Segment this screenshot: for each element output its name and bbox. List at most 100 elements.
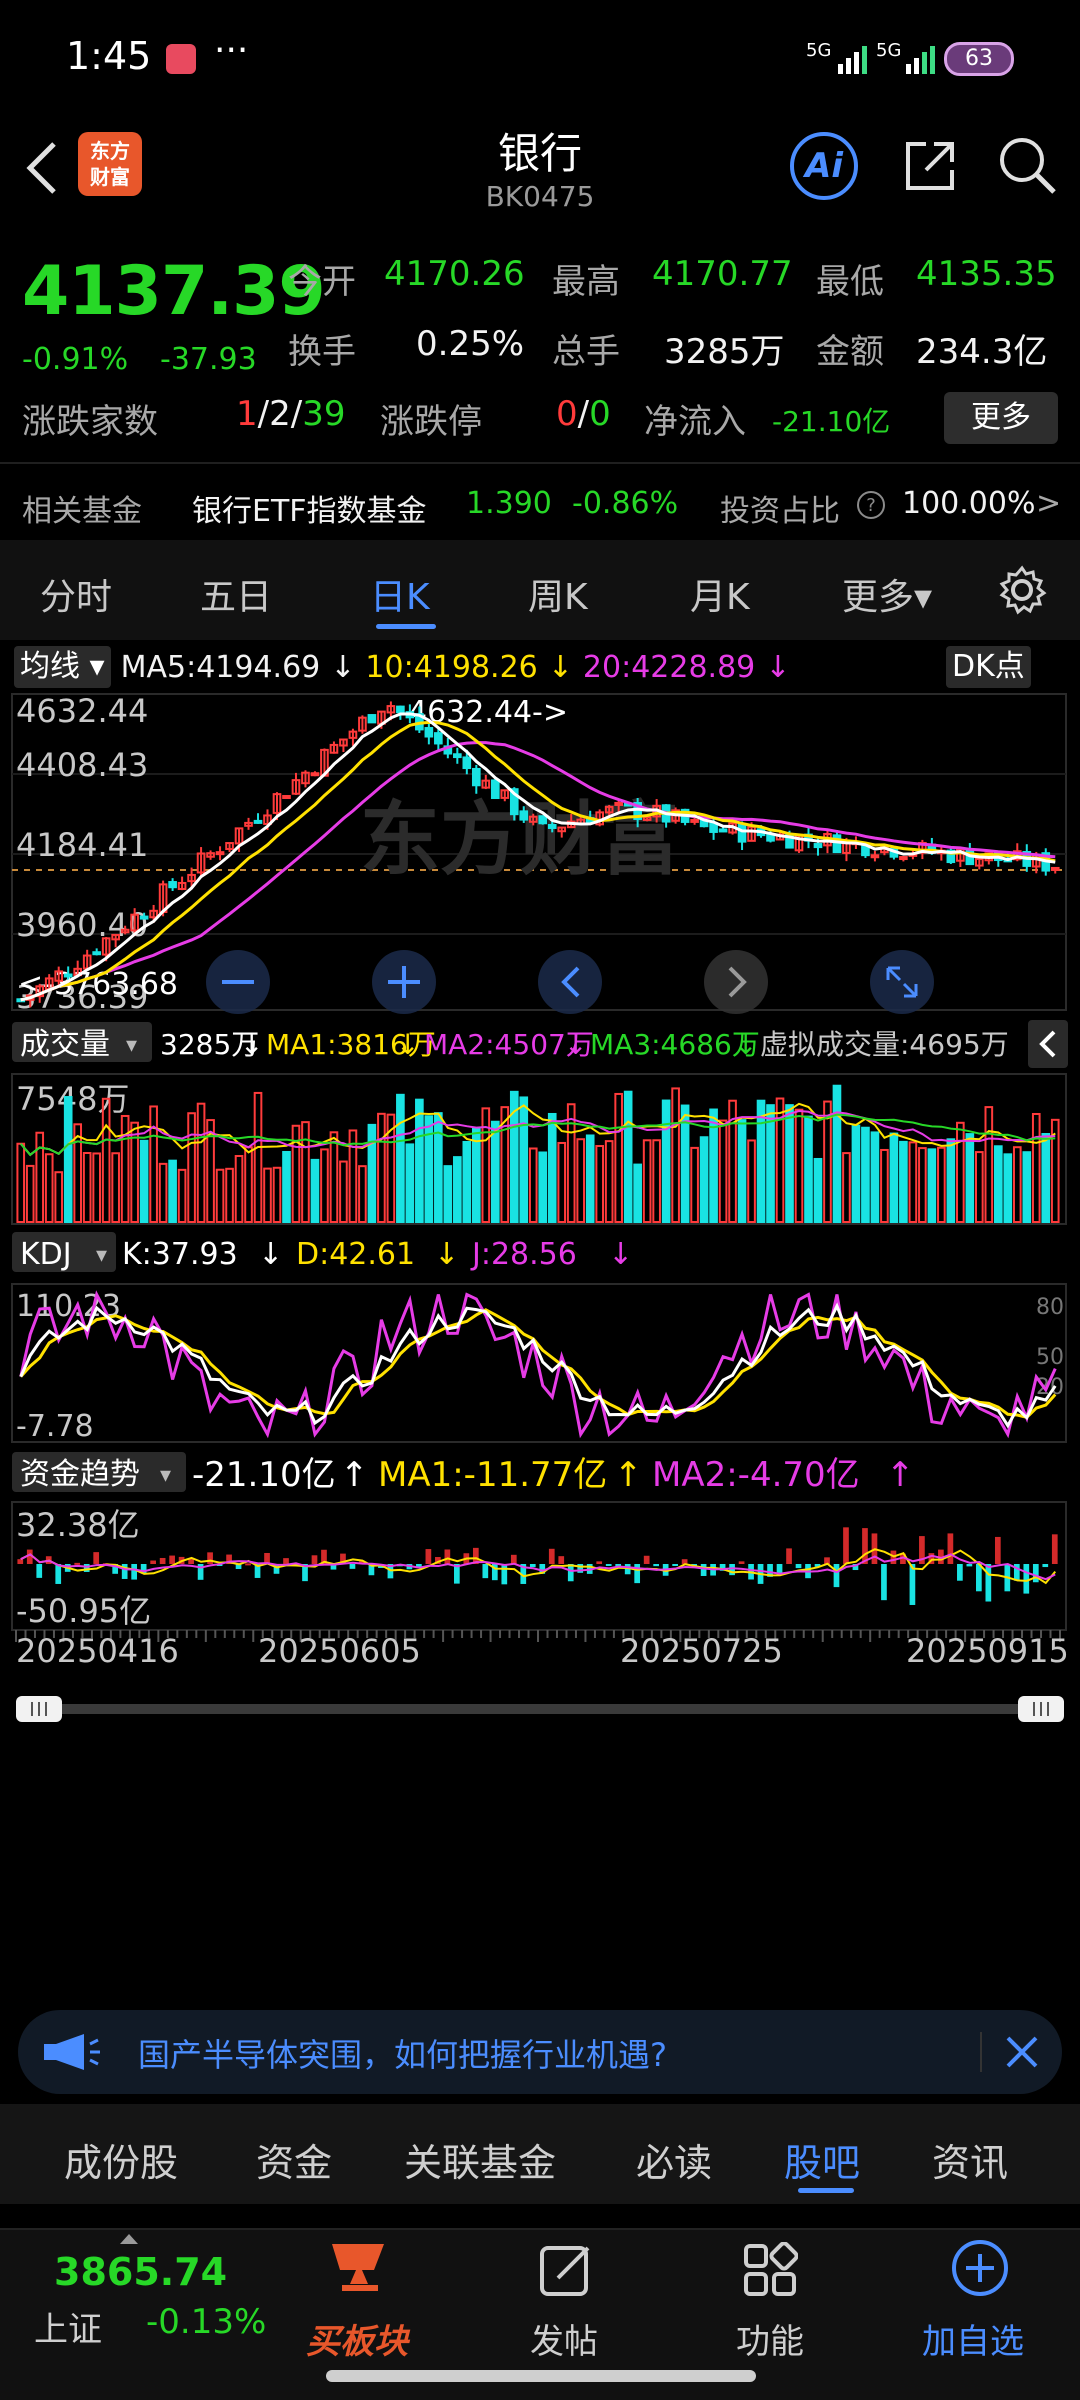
home-indicator: [326, 2370, 756, 2382]
amount-label: 金额: [816, 332, 884, 372]
fundflow-bar: [444, 1549, 451, 1564]
range-slider-left-handle[interactable]: [16, 1696, 62, 1722]
features-label[interactable]: 功能: [736, 2314, 804, 2363]
fundflow-bar: [501, 1564, 508, 1585]
change-amount: -37.93: [160, 342, 257, 377]
index-value[interactable]: 3865.74: [54, 2250, 227, 2294]
post-icon[interactable]: [538, 2242, 594, 2298]
volume-bar: [547, 1112, 557, 1224]
help-icon[interactable]: ?: [856, 490, 886, 520]
candle-body: [396, 705, 405, 714]
nav-top-border: [0, 2228, 1080, 2230]
buy-sector-label[interactable]: 买板块: [306, 2314, 408, 2363]
range-slider-right-handle[interactable]: [1018, 1696, 1064, 1722]
post-label[interactable]: 发帖: [530, 2314, 598, 2363]
banner-text[interactable]: 国产半导体突围，如何把握行业机遇?: [138, 2030, 667, 2076]
tab-capital[interactable]: 资金: [256, 2132, 332, 2187]
banner-divider: [980, 2032, 982, 2072]
collapse-panel-button[interactable]: [1028, 1020, 1068, 1068]
volume-bar: [35, 1131, 45, 1224]
investment-ratio-value: 100.00%: [902, 486, 1036, 521]
signal-5g-icon: 5G: [806, 40, 832, 61]
date-label-4: 20250915: [906, 1632, 1069, 1670]
fundflow-bar: [93, 1552, 100, 1564]
chart-zoom-in-button[interactable]: [372, 950, 436, 1014]
fundflow-bar: [634, 1564, 641, 1584]
ma5-value: MA5:4194.69: [120, 649, 321, 685]
volume-bar: [1031, 1112, 1041, 1224]
tab-more[interactable]: 更多▾: [842, 568, 932, 620]
volume-bar: [633, 1163, 642, 1223]
volume-bar: [737, 1119, 747, 1223]
promo-banner[interactable]: 国产半导体突围，如何把握行业机遇?: [18, 2010, 1062, 2094]
ma-selector-button[interactable]: 均线 ▾: [14, 646, 111, 688]
volume-bar: [851, 1124, 861, 1224]
volume-bar: [880, 1148, 889, 1223]
chart-scroll-left-button[interactable]: [538, 950, 602, 1014]
volume-bar: [519, 1096, 529, 1223]
tab-five-day[interactable]: 五日: [200, 568, 272, 620]
kline-svg[interactable]: 东方财富 4632.44 4408.43 4184.41 3960.40 373…: [0, 692, 1080, 1962]
tab-must-read[interactable]: 必读: [636, 2132, 712, 2187]
volume-bar: [149, 1105, 158, 1223]
tab-related-funds[interactable]: 关联基金: [404, 2132, 556, 2187]
volume-bar: [462, 1140, 472, 1224]
share-icon[interactable]: [900, 136, 960, 196]
kdj-ref-80: 80: [1036, 1295, 1064, 1320]
candle-body: [139, 915, 149, 920]
add-watchlist-icon[interactable]: [950, 2238, 1010, 2298]
fundflow-ma2: MA2:-4.70亿: [652, 1455, 860, 1495]
ai-assistant-icon[interactable]: Ai: [790, 132, 858, 200]
tab-constituents[interactable]: 成份股: [64, 2132, 178, 2187]
kdj-j-value: J:28.56: [470, 1237, 577, 1272]
volume-bar: [870, 1131, 880, 1223]
fundflow-bar: [862, 1528, 868, 1564]
limit-up: 0: [556, 394, 578, 434]
volume-bar: [225, 1167, 234, 1224]
tab-intraday[interactable]: 分时: [40, 568, 112, 620]
volume-bar: [54, 1171, 64, 1224]
virtual-volume: 虚拟成交量:4695万: [760, 1028, 1009, 1061]
search-icon[interactable]: [996, 134, 1058, 196]
fundflow-bar: [425, 1549, 432, 1564]
volume-bar: [832, 1084, 842, 1223]
volume-bar: [813, 1157, 823, 1223]
fundflow-bar: [833, 1564, 840, 1588]
candle-body: [519, 810, 529, 821]
tab-monthly-k[interactable]: 月K: [690, 568, 750, 620]
fundflow-axis-bottom: -50.95亿: [16, 1592, 151, 1630]
candle-body: [766, 833, 775, 842]
more-button[interactable]: 更多: [944, 392, 1058, 444]
volume-bar: [253, 1091, 263, 1223]
volume-bar: [358, 1165, 367, 1223]
settings-gear-icon[interactable]: [996, 564, 1048, 616]
chart-fullscreen-button[interactable]: [870, 950, 934, 1014]
dk-point-button[interactable]: DK点: [946, 646, 1031, 688]
app-notification-icon: [166, 44, 196, 74]
tab-weekly-k[interactable]: 周K: [528, 568, 588, 620]
chart-zoom-out-button[interactable]: [206, 950, 270, 1014]
tab-forum[interactable]: 股吧: [784, 2132, 860, 2187]
kdj-selector-caret: ▾: [96, 1243, 107, 1268]
buy-sector-icon[interactable]: [322, 2240, 398, 2300]
fund-arrow-icon[interactable]: >: [1036, 486, 1061, 521]
index-change: -0.13%: [146, 2302, 267, 2342]
expand-up-icon[interactable]: [120, 2234, 138, 2244]
fundflow-bar: [311, 1555, 318, 1564]
fundflow-bar: [653, 1564, 660, 1567]
close-icon[interactable]: [1006, 2036, 1038, 2068]
kline-chart-area: 均线 ▾ MA5:4194.69 ↓ 10:4198.26 ↓ 20:4228.…: [0, 640, 1080, 1960]
volume-bar: [263, 1167, 272, 1223]
volume-bar: [889, 1132, 899, 1224]
breadth-sep-1: /: [257, 394, 270, 434]
volume-bar: [481, 1107, 491, 1223]
volume-bar: [301, 1121, 310, 1224]
fundflow-bar: [738, 1561, 745, 1564]
candle-body: [614, 801, 623, 806]
tab-daily-k[interactable]: 日K: [370, 568, 430, 620]
related-fund-name[interactable]: 银行ETF指数基金: [192, 486, 427, 530]
add-watchlist-label[interactable]: 加自选: [922, 2314, 1024, 2363]
features-grid-icon[interactable]: [742, 2242, 798, 2298]
chart-scroll-right-button[interactable]: [704, 950, 768, 1014]
tab-news[interactable]: 资讯: [932, 2132, 1008, 2187]
